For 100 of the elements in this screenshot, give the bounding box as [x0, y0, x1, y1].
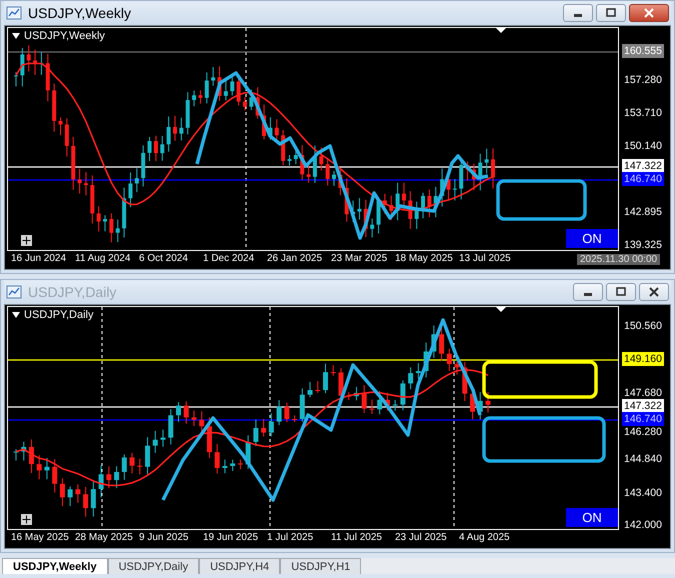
time-axis-label: 9 Jun 2025 [139, 531, 190, 545]
candle [332, 170, 336, 186]
price-tag: 146.740 [622, 172, 664, 186]
candle [357, 198, 362, 220]
candle [326, 158, 330, 186]
candle [346, 392, 352, 401]
window-title: USDJPY,Daily [28, 284, 116, 300]
candle [222, 459, 228, 474]
candle [396, 182, 400, 221]
candle [312, 145, 317, 184]
price-tag: 147.322 [622, 159, 664, 173]
candle [36, 454, 42, 480]
candle [218, 66, 222, 102]
restore-button[interactable] [606, 283, 636, 301]
candle [109, 212, 114, 243]
time-axis-label: 16 May 2025 [11, 531, 70, 545]
candle [261, 418, 266, 438]
time-axis-label: 11 Jul 2025 [331, 531, 383, 545]
candle [96, 206, 101, 232]
chart-tab[interactable]: USDJPY,H4 [199, 558, 280, 574]
candle [446, 348, 452, 372]
candle [211, 66, 216, 86]
candle [452, 178, 457, 201]
candle [114, 466, 120, 489]
candle [128, 172, 132, 208]
restore-icon [606, 8, 616, 18]
time-axis-label: 28 May 2025 [75, 531, 134, 545]
price-tag: 147.322 [622, 399, 664, 413]
candle [39, 52, 44, 76]
candle [287, 154, 292, 166]
candle [137, 458, 142, 475]
candle [454, 360, 460, 376]
candle [446, 168, 450, 201]
restore-button[interactable] [596, 4, 626, 22]
candle [292, 414, 298, 423]
time-axis-label: 18 May 2025 [395, 252, 454, 266]
minimize-button[interactable] [563, 4, 593, 22]
candle [28, 438, 34, 474]
time-axis-label: 4 Aug 2025 [459, 531, 511, 545]
dropdown-triangle-icon[interactable] [12, 33, 20, 39]
price-axis-label: 146.280 [623, 425, 663, 439]
candle [274, 118, 279, 140]
candle [168, 408, 174, 445]
candle [249, 89, 254, 111]
candle [377, 390, 382, 415]
candle [408, 366, 414, 390]
minimize-button[interactable] [573, 283, 603, 301]
candle [300, 388, 305, 422]
candle [284, 402, 290, 423]
candle [478, 392, 483, 420]
candle [238, 458, 243, 470]
time-axis-label: 16 Jun 2024 [11, 252, 68, 266]
candle [416, 362, 421, 380]
candle [116, 219, 120, 243]
candle [98, 464, 104, 498]
on-button[interactable]: ON [566, 508, 618, 527]
chart-tab[interactable]: USDJPY,Weekly [2, 558, 108, 574]
close-icon [644, 8, 654, 18]
candle [160, 429, 166, 448]
price-axis-label: 160.555 [622, 44, 664, 58]
candle [60, 478, 65, 507]
on-button[interactable]: ON [566, 229, 618, 248]
candle [198, 90, 202, 104]
candle [214, 444, 220, 474]
plus-icon[interactable] [21, 514, 32, 525]
candle [21, 441, 26, 462]
candle [44, 457, 50, 480]
candle [14, 72, 18, 87]
candle [122, 187, 126, 238]
candle [362, 384, 367, 414]
candle [351, 200, 356, 223]
close-button[interactable] [639, 283, 669, 301]
candle [486, 392, 490, 414]
candle [466, 160, 470, 182]
candle [408, 190, 412, 230]
close-button[interactable] [629, 4, 669, 22]
time-axis-label: 13 Jul 2025 [459, 252, 512, 266]
candle [68, 486, 73, 507]
time-axis-label: 23 Mar 2025 [331, 252, 388, 266]
chart-tab[interactable]: USDJPY,H1 [280, 558, 362, 574]
candle [427, 189, 432, 218]
candle [103, 214, 108, 232]
candle [421, 192, 426, 219]
candle [166, 116, 171, 152]
candle [246, 434, 251, 470]
candle [33, 49, 38, 76]
candle [106, 466, 112, 489]
chart-tab[interactable]: USDJPY,Daily [108, 558, 200, 574]
candle [253, 419, 258, 447]
candle [179, 117, 184, 141]
time-axis-label: 1 Dec 2024 [203, 252, 256, 266]
candle [491, 148, 495, 189]
candle [308, 381, 313, 398]
candle [130, 452, 135, 474]
candle [122, 454, 127, 480]
candle [75, 484, 80, 504]
candle [20, 47, 24, 87]
plus-icon[interactable] [21, 235, 32, 246]
dropdown-triangle-icon[interactable] [12, 312, 20, 318]
candle [370, 218, 374, 238]
